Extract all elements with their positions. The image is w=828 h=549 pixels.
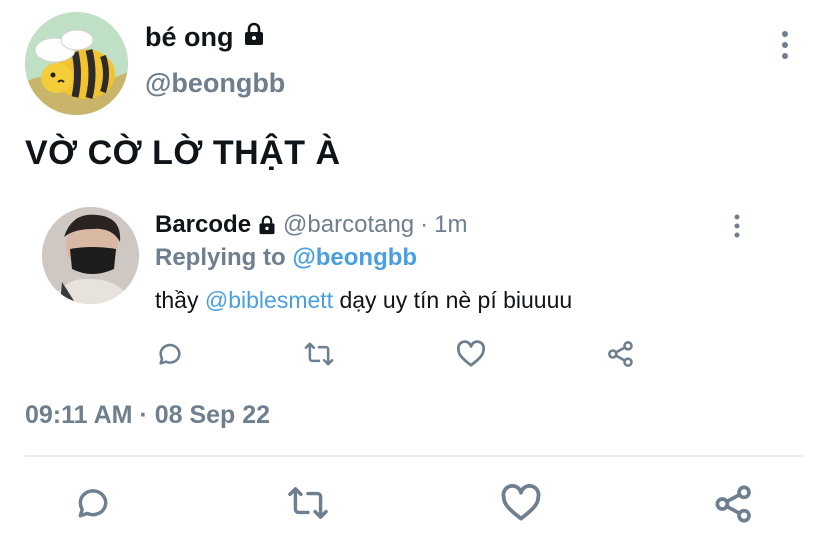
share-icon — [608, 341, 633, 367]
heart-icon — [501, 484, 541, 521]
reply-text: thầy @biblesmett dạy uy tín nè pí biuuuu — [155, 287, 572, 314]
comment-icon — [78, 489, 108, 518]
timestamp-time: 09:11 AM — [25, 401, 133, 429]
reply-author-avatar[interactable] — [42, 207, 139, 304]
share-icon — [715, 485, 751, 523]
author-name-row: bé ong — [145, 22, 266, 53]
heart-icon — [456, 340, 486, 367]
reply-text-prefix: thầy — [155, 287, 199, 313]
tweet-timestamp: 09:11 AM · 08 Sep 22 — [25, 401, 270, 430]
lock-icon — [257, 215, 277, 235]
reply-like-button[interactable] — [456, 340, 486, 373]
comment-icon — [159, 343, 181, 365]
reply-meta-separator: · — [420, 211, 429, 238]
reply-author-name[interactable]: Barcode — [155, 211, 251, 239]
retweet-icon — [304, 342, 334, 366]
author-handle[interactable]: @beongbb — [145, 68, 285, 99]
author-name[interactable]: bé ong — [145, 22, 234, 53]
tweet-text: VỜ CỜ LỜ THẬT À — [25, 134, 341, 172]
reply-age: 1m — [434, 211, 468, 238]
more-vertical-icon[interactable] — [778, 28, 792, 62]
author-avatar[interactable] — [25, 12, 128, 115]
timestamp-separator: · — [139, 401, 148, 429]
comment-button[interactable] — [74, 484, 112, 527]
like-button[interactable] — [500, 484, 542, 527]
replying-to-mention[interactable]: @beongbb — [292, 244, 417, 271]
retweet-icon — [288, 487, 328, 519]
divider — [25, 455, 803, 457]
lock-icon — [242, 22, 266, 53]
share-button[interactable] — [714, 484, 754, 529]
more-vertical-icon[interactable] — [730, 213, 744, 239]
reply-comment-button[interactable] — [156, 340, 184, 373]
timestamp-date: 08 Sep 22 — [154, 401, 271, 429]
reply-author-handle[interactable]: @barcotang — [283, 211, 414, 239]
reply-text-mention[interactable]: @biblesmett — [205, 287, 333, 313]
retweet-button[interactable] — [286, 484, 330, 527]
replying-label: Replying to — [155, 244, 286, 271]
reply-retweet-button[interactable] — [303, 340, 335, 373]
reply-text-suffix: dạy uy tín nè pí biuuuu — [339, 287, 573, 313]
replying-to: Replying to @beongbb — [155, 244, 417, 272]
reply-share-button[interactable] — [606, 340, 636, 373]
reply-header: Barcode @barcotang · 1m — [155, 211, 468, 239]
